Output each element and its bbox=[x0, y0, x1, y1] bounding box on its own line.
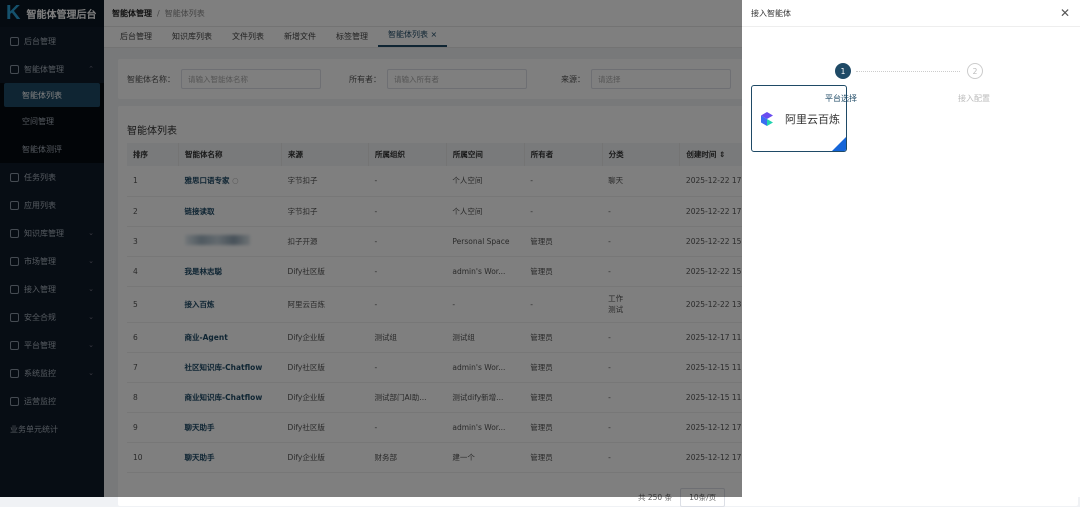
platform-name: 阿里云百炼 bbox=[785, 112, 840, 126]
platform-card-bailian[interactable]: 阿里云百炼 ✓ bbox=[751, 85, 847, 152]
step-1-circle: 1 bbox=[835, 63, 851, 79]
close-icon[interactable]: ✕ bbox=[1060, 6, 1070, 20]
step-2-label: 接入配置 bbox=[958, 94, 990, 103]
selected-check-icon: ✓ bbox=[832, 137, 846, 151]
step-2-circle: 2 bbox=[967, 63, 983, 79]
modal-mask[interactable] bbox=[0, 0, 742, 497]
drawer-header: 接入智能体 ✕ bbox=[742, 0, 1080, 27]
connect-agent-drawer: 接入智能体 ✕ 1 2 平台选择 接入配置 阿里云百炼 ✓ bbox=[742, 0, 1080, 497]
steps: 1 2 平台选择 接入配置 bbox=[742, 27, 1080, 103]
step-connector bbox=[856, 71, 960, 72]
bailian-logo-icon bbox=[761, 111, 773, 126]
drawer-title: 接入智能体 bbox=[751, 8, 791, 18]
